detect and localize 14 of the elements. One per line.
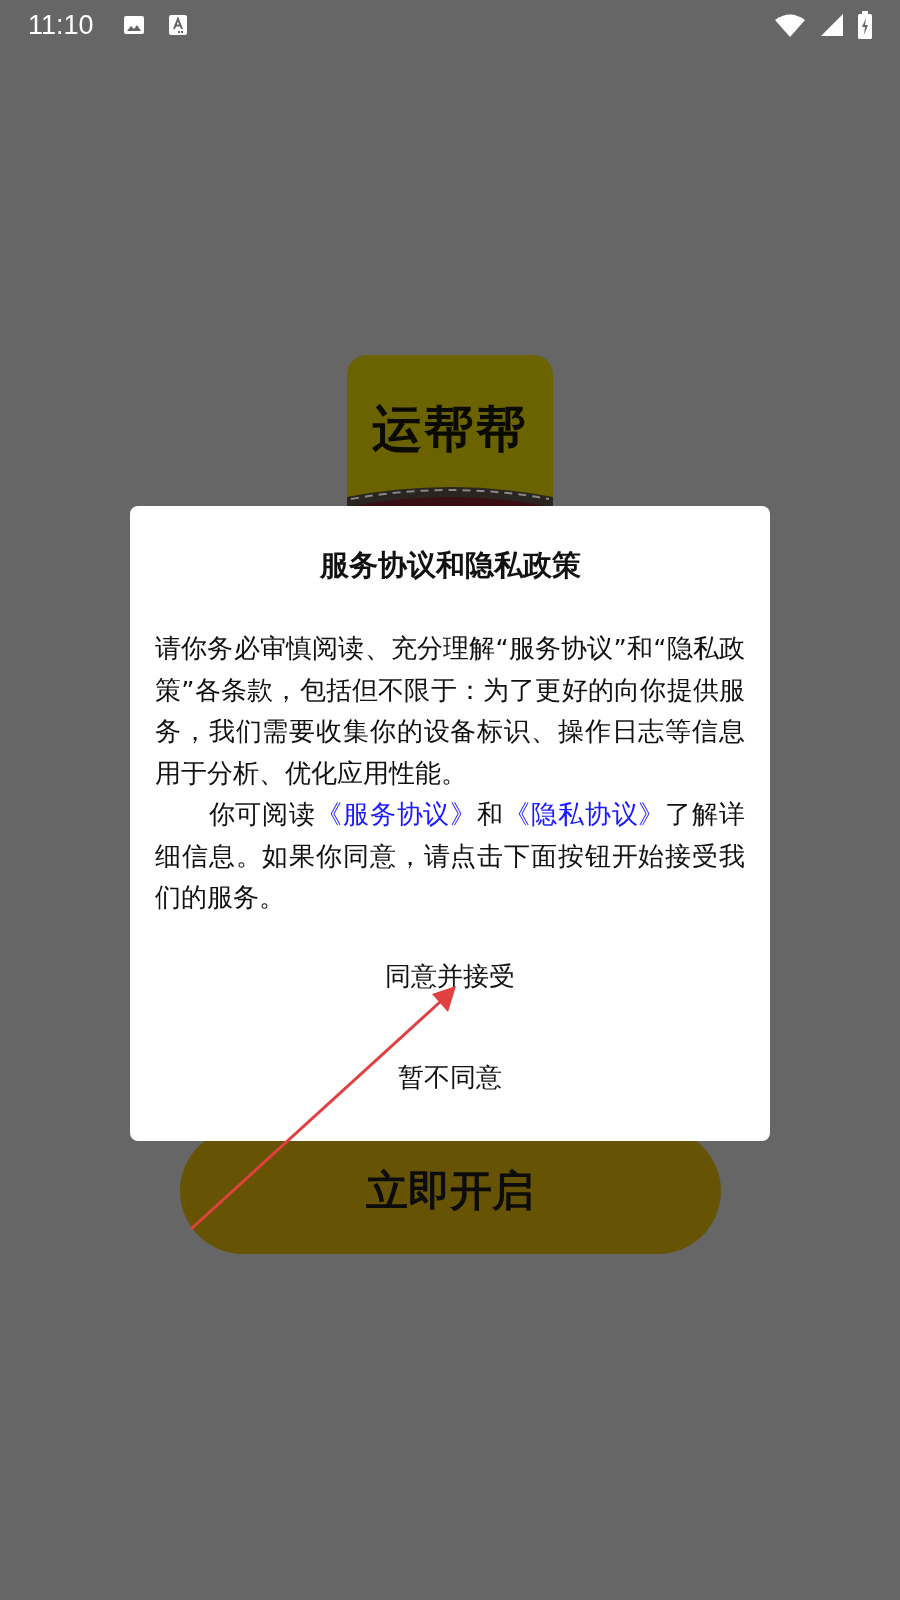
agreement-paragraph: 你可阅读《服务协议》和《隐私协议》了解详细信息。如果你同意，请点击下面按钮开始接受我们的服务。 [155, 798, 745, 914]
signal-icon [820, 13, 844, 37]
dialog-title: 服务协议和隐私政策 [318, 547, 582, 584]
status-time: 11:10 [28, 9, 94, 41]
agreement-paragraph: 请你务必审慎阅读、充分理解“服务协议”和“隐私政策”各条款，包括但不限于：为了更好的向你提供服务，我们需要收集你的设备标识、操作日志等信息用于分析、优化应用性能。 [155, 632, 745, 790]
keyboard-icon [167, 13, 188, 37]
agreement-link[interactable]: 《隐私协议》 [504, 799, 666, 829]
image-icon [121, 13, 146, 37]
app-logo: 运帮帮 [347, 355, 553, 507]
dialog-button[interactable]: 暂不同意 [394, 1057, 506, 1097]
agreement-link[interactable]: 《服务协议》 [316, 799, 478, 829]
wifi-icon [774, 13, 806, 37]
dialog-button[interactable]: 同意并接受 [381, 956, 519, 996]
battery-icon [858, 11, 872, 39]
